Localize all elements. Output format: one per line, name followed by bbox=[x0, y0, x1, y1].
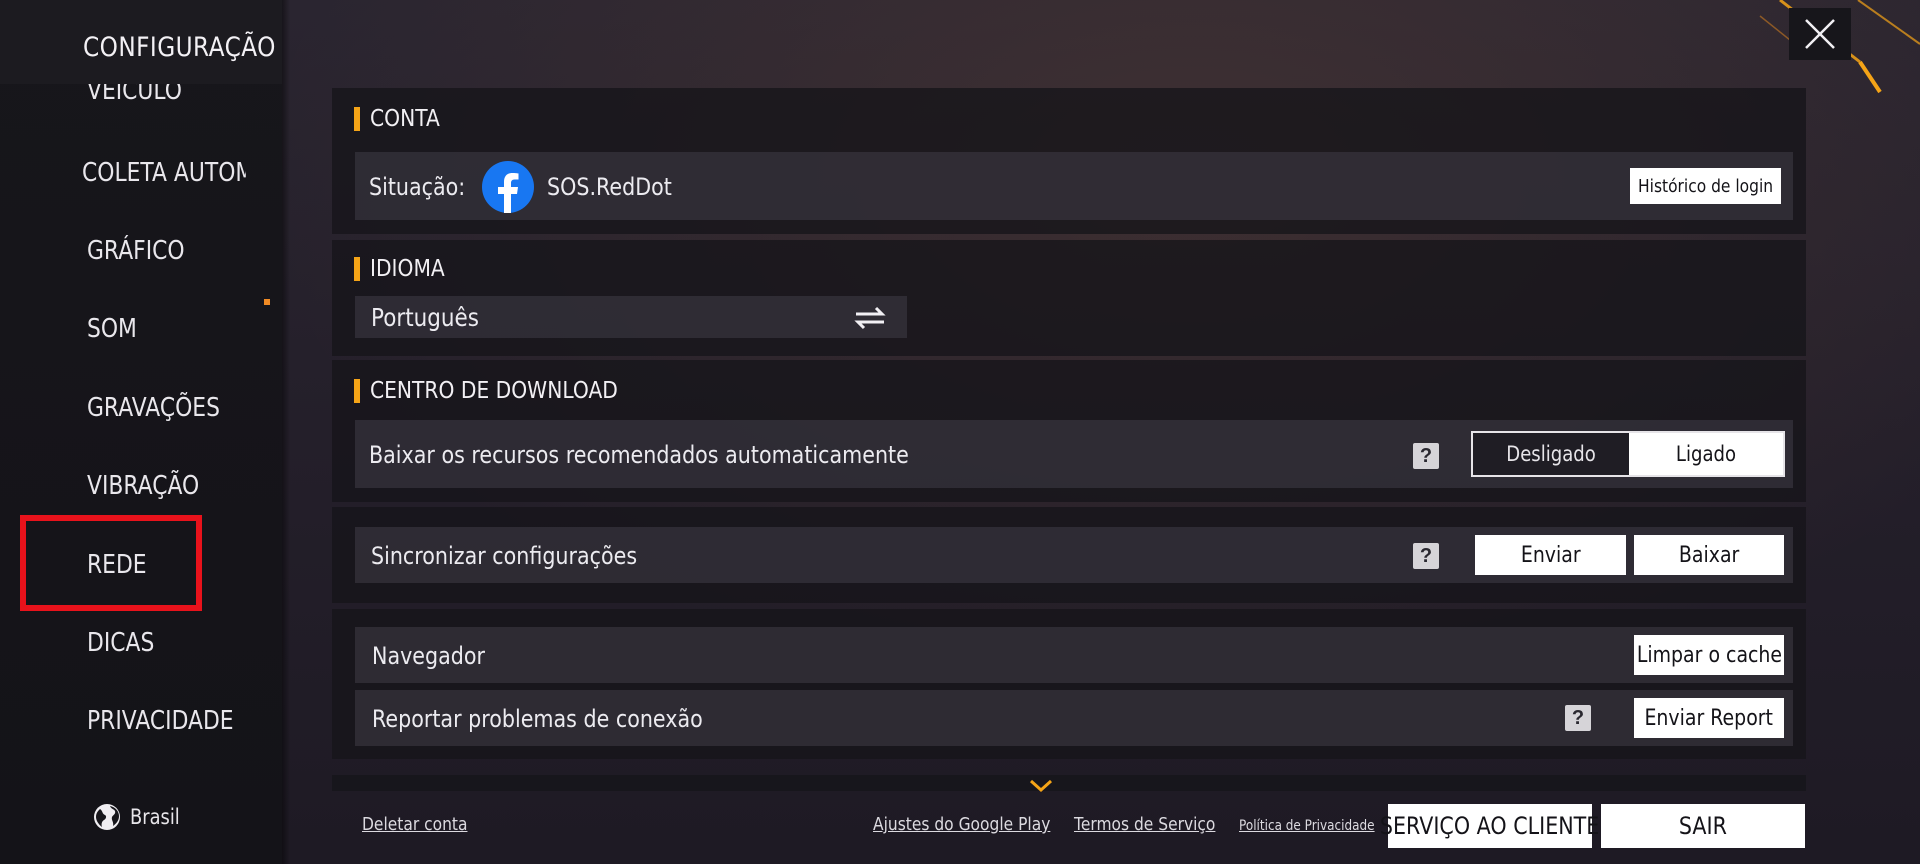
section-download-title: CENTRO DE DOWNLOAD bbox=[370, 378, 618, 404]
section-conta-title: CONTA bbox=[370, 106, 440, 132]
report-row: Reportar problemas de conexão ? Enviar R… bbox=[355, 690, 1793, 746]
section-conta-heading: CONTA bbox=[354, 106, 449, 132]
close-icon bbox=[1805, 19, 1835, 49]
section-accent-bar bbox=[354, 379, 360, 403]
language-selector[interactable]: Português bbox=[355, 296, 907, 338]
exit-label: SAIR bbox=[1678, 812, 1728, 840]
sync-upload-label: Enviar bbox=[1520, 542, 1581, 568]
sync-label: Sincronizar configurações bbox=[371, 542, 638, 570]
sidebar-item-gravacoes[interactable]: GRAVAÇÕES bbox=[87, 393, 220, 423]
facebook-icon bbox=[482, 161, 534, 213]
section-idioma-title: IDIOMA bbox=[370, 256, 445, 282]
region-label: Brasil bbox=[130, 805, 180, 829]
more-panel-peek bbox=[332, 775, 1806, 791]
customer-service-button[interactable]: SERVIÇO AO CLIENTE bbox=[1380, 804, 1600, 848]
section-accent-bar bbox=[354, 107, 360, 131]
toggle-on-option[interactable]: Ligado bbox=[1629, 433, 1783, 475]
section-accent-bar bbox=[354, 257, 360, 281]
sidebar-item-grafico[interactable]: GRÁFICO bbox=[87, 236, 185, 266]
help-icon[interactable]: ? bbox=[1413, 543, 1439, 569]
globe-icon bbox=[94, 804, 120, 830]
browser-row: Navegador Limpar o cache bbox=[355, 627, 1793, 683]
privacy-policy-link[interactable]: Política de Privacidade bbox=[1239, 818, 1375, 834]
notification-dot bbox=[264, 299, 270, 305]
region-selector[interactable]: Brasil bbox=[92, 802, 189, 832]
sidebar-title-bar: CONFIGURAÇÃO bbox=[0, 0, 282, 84]
send-report-button[interactable]: Enviar Report bbox=[1634, 698, 1784, 738]
sidebar-shadow bbox=[282, 0, 290, 864]
delete-account-link[interactable]: Deletar conta bbox=[362, 814, 467, 835]
auto-download-label: Baixar os recursos recomendados automati… bbox=[369, 441, 909, 469]
sync-download-label: Baixar bbox=[1678, 542, 1740, 568]
language-value: Português bbox=[371, 303, 479, 332]
help-icon[interactable]: ? bbox=[1413, 443, 1439, 469]
chevron-down-icon[interactable] bbox=[1029, 779, 1053, 793]
toggle-off-option[interactable]: Desligado bbox=[1473, 433, 1629, 475]
toggle-off-label: Desligado bbox=[1506, 442, 1596, 466]
sidebar-item-coleta-automatica[interactable]: COLETA AUTOMÁTICA bbox=[82, 158, 246, 188]
sidebar-item-privacidade[interactable]: PRIVACIDADE bbox=[87, 706, 234, 736]
account-status-row: Situação: SOS.RedDot Histórico de login bbox=[355, 152, 1793, 220]
swap-arrows-icon[interactable] bbox=[853, 305, 887, 331]
login-history-button[interactable]: Histórico de login bbox=[1630, 168, 1781, 204]
google-play-settings-link[interactable]: Ajustes do Google Play bbox=[873, 814, 1050, 835]
close-button[interactable] bbox=[1789, 8, 1851, 60]
browser-label: Navegador bbox=[372, 642, 485, 670]
terms-of-service-link[interactable]: Termos de Serviço bbox=[1074, 814, 1215, 835]
report-label: Reportar problemas de conexão bbox=[372, 705, 703, 733]
sidebar-nav-list: VEÍCULO COLETA AUTOMÁTICA GRÁFICO SOM GR… bbox=[0, 0, 282, 780]
help-icon[interactable]: ? bbox=[1565, 705, 1591, 731]
auto-download-toggle[interactable]: Desligado Ligado bbox=[1471, 431, 1785, 477]
send-report-label: Enviar Report bbox=[1644, 705, 1774, 731]
clear-cache-label: Limpar o cache bbox=[1636, 642, 1782, 668]
rede-highlight-box bbox=[20, 515, 202, 611]
status-label: Situação: bbox=[369, 173, 466, 201]
customer-service-label: SERVIÇO AO CLIENTE bbox=[1380, 812, 1600, 840]
toggle-on-label: Ligado bbox=[1675, 442, 1737, 466]
clear-cache-button[interactable]: Limpar o cache bbox=[1634, 635, 1784, 675]
sync-download-button[interactable]: Baixar bbox=[1634, 535, 1784, 575]
sidebar-item-dicas[interactable]: DICAS bbox=[87, 628, 154, 658]
sync-upload-button[interactable]: Enviar bbox=[1475, 535, 1626, 575]
account-name: SOS.RedDot bbox=[547, 173, 672, 201]
sidebar-item-som[interactable]: SOM bbox=[87, 314, 137, 344]
section-download-heading: CENTRO DE DOWNLOAD bbox=[354, 378, 652, 404]
section-idioma-heading: IDIOMA bbox=[354, 256, 455, 282]
exit-button[interactable]: SAIR bbox=[1601, 804, 1805, 848]
sidebar: VEÍCULO COLETA AUTOMÁTICA GRÁFICO SOM GR… bbox=[0, 0, 282, 864]
login-history-label: Histórico de login bbox=[1637, 175, 1774, 197]
page-title: CONFIGURAÇÃO bbox=[83, 32, 276, 63]
sidebar-item-vibracao[interactable]: VIBRAÇÃO bbox=[87, 471, 199, 501]
